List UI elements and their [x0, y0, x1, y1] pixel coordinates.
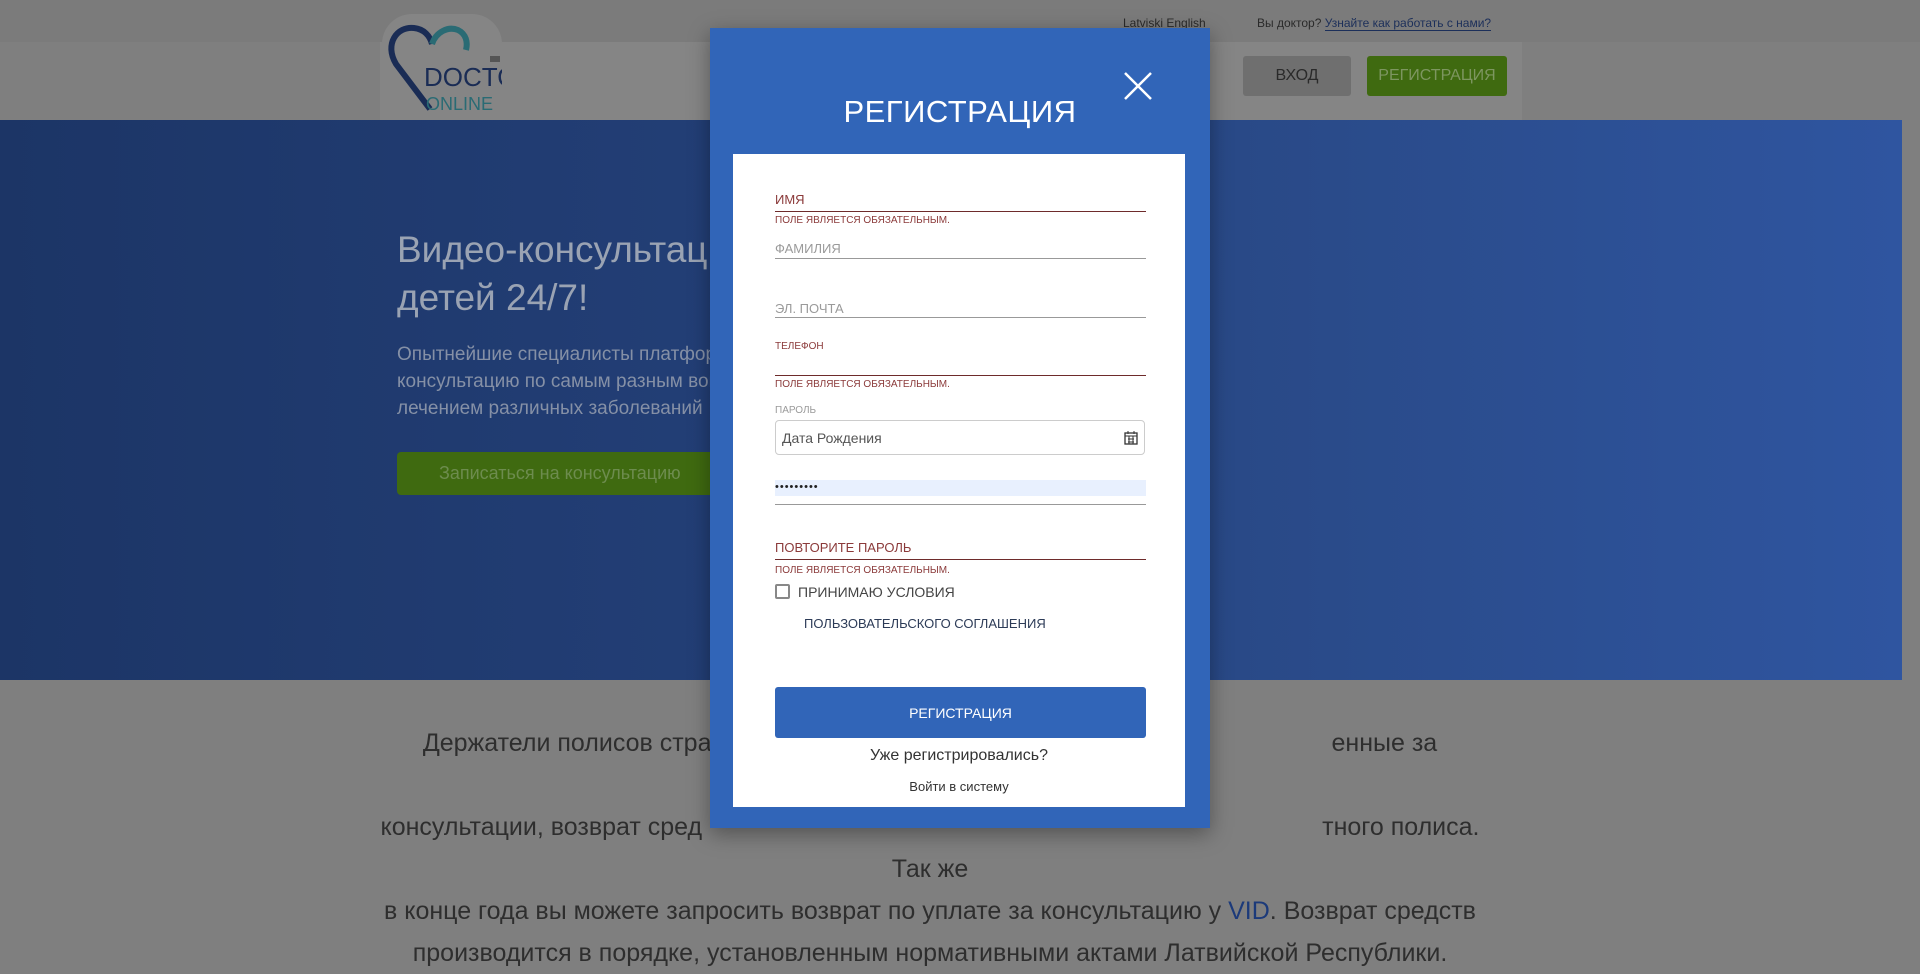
doctor-info-link[interactable]: Узнайте как работать с нами? — [1324, 16, 1492, 31]
repeat-password-underline — [775, 559, 1146, 560]
svg-text:ONLINE: ONLINE — [426, 94, 493, 114]
registration-modal: РЕГИСТРАЦИЯ ИМЯ ПОЛЕ ЯВЛЯЕТСЯ ОБЯЗАТЕЛЬН… — [710, 28, 1210, 828]
book-consultation-button[interactable]: Записаться на консультацию — [397, 452, 717, 495]
header-register-button[interactable]: РЕГИСТРАЦИЯ — [1367, 56, 1507, 96]
birth-date-placeholder: Дата Рождения — [782, 430, 882, 446]
doctor-question: Вы доктор? Узнайте как работать с нами? — [1257, 16, 1492, 31]
already-registered-text: Уже регистрировались? — [870, 747, 1048, 764]
repeat-password-error: ПОЛЕ ЯВЛЯЕТСЯ ОБЯЗАТЕЛЬНЫМ. — [775, 565, 950, 576]
email-underline — [775, 317, 1146, 318]
svg-text:DOCTOR: DOCTOR — [424, 62, 502, 92]
registration-form: ИМЯ ПОЛЕ ЯВЛЯЕТСЯ ОБЯЗАТЕЛЬНЫМ. ФАМИЛИЯ … — [733, 154, 1185, 807]
phone-field[interactable]: ТЕЛЕФОН — [775, 341, 1146, 352]
login-button[interactable]: ВХОД — [1243, 56, 1351, 96]
password-input[interactable]: ••••••••• — [775, 480, 1146, 496]
login-link[interactable]: Войти в систему — [733, 779, 1185, 794]
close-icon[interactable] — [1122, 70, 1154, 102]
repeat-password-field[interactable]: ПОВТОРИТЕ ПАРОЛЬ — [775, 540, 1146, 555]
last-name-underline — [775, 258, 1146, 259]
hero-title: Видео-консультации детей 24/7! — [397, 229, 717, 318]
doctor-question-text: Вы доктор? — [1257, 16, 1322, 30]
accept-terms-checkbox[interactable] — [775, 584, 790, 599]
first-name-underline — [775, 211, 1146, 212]
password-label: ПАРОЛЬ — [775, 405, 817, 416]
last-name-field[interactable]: ФАМИЛИЯ — [775, 241, 1146, 256]
user-agreement-link[interactable]: ПОЛЬЗОВАТЕЛЬСКОГО СОГЛАШЕНИЯ — [804, 616, 1046, 631]
first-name-field[interactable]: ИМЯ — [775, 192, 1146, 207]
first-name-error: ПОЛЕ ЯВЛЯЕТСЯ ОБЯЗАТЕЛЬНЫМ. — [775, 215, 950, 226]
accept-terms-label: ПРИНИМАЮ УСЛОВИЯ — [798, 584, 955, 600]
logo[interactable]: DOCTOR ONLINE — [382, 14, 536, 120]
vid-link[interactable]: VID — [1228, 897, 1270, 925]
password-underline — [775, 504, 1146, 505]
phone-error: ПОЛЕ ЯВЛЯЕТСЯ ОБЯЗАТЕЛЬНЫМ. — [775, 379, 950, 390]
logo-heart-icon: DOCTOR ONLINE — [388, 24, 536, 114]
email-field[interactable]: ЭЛ. ПОЧТА — [775, 301, 1146, 316]
hero-text: Опытнейшие специалисты платформы консульт… — [397, 344, 717, 419]
register-submit-button[interactable]: РЕГИСТРАЦИЯ — [775, 687, 1146, 738]
phone-underline — [775, 375, 1146, 376]
calendar-icon[interactable] — [1124, 430, 1138, 445]
birth-date-input[interactable]: Дата Рождения — [775, 420, 1145, 455]
